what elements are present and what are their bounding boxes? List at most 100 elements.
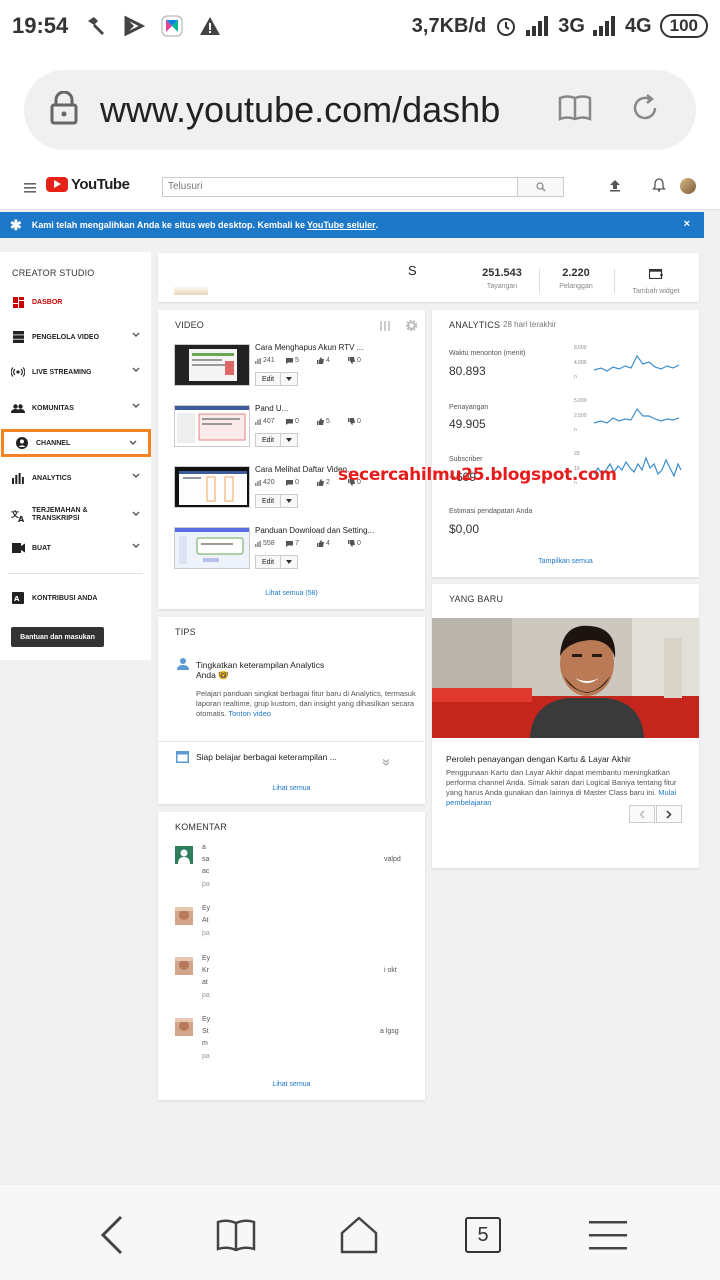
- search-input[interactable]: Telusuri: [162, 177, 518, 197]
- views-count: 420: [263, 479, 275, 486]
- show-all-analytics-link[interactable]: Tampilkan semua: [432, 558, 699, 565]
- hamburger-menu-icon[interactable]: [24, 180, 36, 198]
- promo-heading[interactable]: Peroleh penayangan dengan Kartu & Layar …: [446, 754, 631, 764]
- translate-icon: 文A: [11, 509, 25, 522]
- promo-image[interactable]: [432, 618, 699, 738]
- column-settings-icon[interactable]: [380, 318, 390, 336]
- bell-icon[interactable]: [652, 178, 666, 197]
- avatar[interactable]: [175, 907, 193, 925]
- edit-button[interactable]: Edit: [256, 556, 282, 568]
- comment-author[interactable]: Ey: [202, 905, 210, 912]
- gear-icon[interactable]: [405, 318, 418, 336]
- sidebar-item-analytics[interactable]: ANALYTICS: [0, 465, 151, 491]
- edit-button[interactable]: Edit: [256, 434, 282, 446]
- video-thumbnail[interactable]: [174, 527, 250, 569]
- video-title[interactable]: Pand U...: [255, 404, 415, 413]
- expand-icon[interactable]: [382, 753, 390, 771]
- next-button[interactable]: [656, 805, 682, 823]
- avatar[interactable]: [175, 1018, 193, 1036]
- tabs-button[interactable]: 5: [459, 1211, 507, 1259]
- dislikes-stat: 0: [348, 357, 375, 364]
- app-icon: [122, 14, 146, 38]
- edit-dropdown-icon[interactable]: [281, 373, 297, 385]
- revenue-value[interactable]: $0,00: [449, 522, 479, 536]
- help-feedback-button[interactable]: Bantuan dan masukan: [11, 627, 104, 647]
- menu-button[interactable]: [584, 1211, 632, 1259]
- comment-author[interactable]: a: [202, 844, 206, 851]
- tip-skills-title[interactable]: Siap belajar berbagai keterampilan ...: [196, 752, 337, 762]
- video-thumbnail[interactable]: [174, 344, 250, 386]
- sidebar-item-label: DASBOR: [32, 298, 63, 306]
- tips-divider: [158, 741, 425, 742]
- edit-dropdown-icon[interactable]: [281, 495, 297, 507]
- comments-stat: 7: [286, 540, 313, 547]
- avatar[interactable]: [175, 846, 193, 864]
- svg-text:A: A: [18, 515, 25, 522]
- bookmarks-button[interactable]: [212, 1211, 260, 1259]
- video-thumbnail[interactable]: [174, 405, 250, 447]
- svg-text:A: A: [14, 595, 20, 603]
- clock: 19:54: [12, 13, 69, 38]
- likes-stat: 4: [317, 357, 344, 364]
- upload-icon[interactable]: [608, 178, 622, 197]
- youtube-play-icon: [46, 177, 68, 192]
- home-button[interactable]: [335, 1211, 383, 1259]
- sidebar-item-create[interactable]: BUAT: [0, 535, 151, 561]
- sidebar-item-translations[interactable]: 文A TERJEMAHAN & TRANSKRIPSI: [0, 500, 151, 530]
- close-icon[interactable]: ×: [684, 218, 690, 230]
- channel-name[interactable]: S: [408, 263, 417, 278]
- sidebar-item-live-streaming[interactable]: LIVE STREAMING: [0, 359, 151, 385]
- see-all-comments-link[interactable]: Lihat semua: [158, 1081, 425, 1088]
- lock-icon: [50, 90, 78, 130]
- tabs-count: 5: [465, 1217, 501, 1253]
- see-all-videos-link[interactable]: Lihat semua (58): [158, 590, 425, 597]
- address-bar[interactable]: www.youtube.com/dashb: [24, 70, 696, 150]
- watch-video-link[interactable]: Tonton video: [228, 709, 271, 718]
- comment-author[interactable]: Ey: [202, 1016, 210, 1023]
- edit-button[interactable]: Edit: [256, 495, 282, 507]
- comment-author[interactable]: Ey: [202, 955, 210, 962]
- tick-label: 4,000: [574, 360, 587, 366]
- status-bar: 19:54 3,7KB/d 3G 4G 100: [0, 0, 720, 52]
- sidebar-item-contribute[interactable]: A KONTRIBUSI ANDA: [0, 585, 151, 611]
- watch-time-value[interactable]: 80.893: [449, 364, 486, 378]
- mobile-youtube-link[interactable]: YouTube seluler: [307, 220, 376, 230]
- see-all-tips-link[interactable]: Lihat semua: [158, 785, 425, 792]
- sidebar-item-label-line2: TRANSKRIPSI: [32, 515, 80, 522]
- tip-analytics-title[interactable]: Tingkatkan keterampilan Analytics Anda 🤓: [196, 660, 324, 680]
- chevron-down-icon: [132, 332, 140, 340]
- sidebar-item-channel[interactable]: CHANNEL: [1, 429, 151, 457]
- account-avatar[interactable]: [680, 178, 696, 194]
- network-speed: 3,7KB/d: [411, 14, 487, 37]
- youtube-logo[interactable]: YouTube: [46, 176, 130, 193]
- add-widget-button[interactable]: Tambah widget: [626, 266, 686, 295]
- back-button[interactable]: [88, 1211, 136, 1259]
- url-text[interactable]: www.youtube.com/dashb: [100, 89, 520, 131]
- add-widget-icon: [648, 268, 663, 280]
- video-title[interactable]: Panduan Download dan Setting...: [255, 526, 415, 535]
- edit-dropdown-icon[interactable]: [281, 556, 297, 568]
- views-value[interactable]: 49.905: [449, 417, 486, 431]
- reload-icon[interactable]: [630, 93, 660, 128]
- video-thumbnail[interactable]: [174, 466, 250, 508]
- tip-analytics-title-line1: Tingkatkan keterampilan Analytics: [196, 660, 325, 670]
- contribute-icon: A: [11, 592, 25, 604]
- channel-thumbnail[interactable]: [174, 263, 208, 295]
- sidebar-item-dashboard[interactable]: DASBOR: [0, 289, 151, 315]
- reader-mode-icon[interactable]: [558, 94, 592, 127]
- views-count: 558: [263, 540, 275, 547]
- sidebar-item-community[interactable]: KOMUNITAS: [0, 395, 151, 421]
- sidebar-item-video-manager[interactable]: PENGELOLA VIDEO: [0, 324, 151, 350]
- comments-card: KOMENTAR a sa ac pa valpd Ey At pa Ey Kr…: [158, 812, 425, 1100]
- desktop-redirect-banner: ✱ Kami telah mengalihkan Anda ke situs w…: [0, 212, 704, 238]
- person-icon: [176, 657, 190, 676]
- edit-button-group: Edit: [255, 555, 299, 569]
- avatar[interactable]: [175, 957, 193, 975]
- previous-button[interactable]: [629, 805, 655, 823]
- edit-dropdown-icon[interactable]: [281, 434, 297, 446]
- edit-button[interactable]: Edit: [256, 373, 282, 385]
- likes-count: 4: [326, 357, 330, 364]
- video-row: Cara Menghapus Akun RTV ... 241 5 4 0 Ed…: [174, 343, 415, 394]
- video-title[interactable]: Cara Menghapus Akun RTV ...: [255, 343, 415, 352]
- search-button[interactable]: [518, 177, 564, 197]
